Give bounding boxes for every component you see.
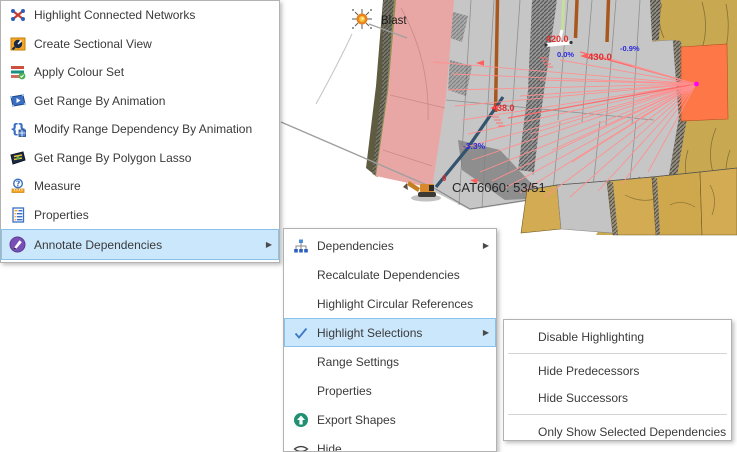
menu-item-label: Get Range By Animation — [34, 93, 166, 108]
dependencies-tree-icon — [290, 238, 311, 254]
menu-item-label: Only Show Selected Dependencies — [538, 424, 727, 439]
submenu-arrow-icon: ▶ — [482, 327, 489, 337]
annotate-dependencies-icon — [7, 236, 28, 253]
connected-networks-icon — [7, 7, 28, 23]
dependency-origin-point[interactable] — [694, 81, 699, 87]
modify-range-dependency-icon: { } — [7, 121, 28, 137]
grade-neg09-label: -0.9% — [620, 44, 640, 53]
context-menu: Highlight Connected Networks Create Sect… — [0, 0, 280, 263]
menu-item-get-range-by-polygon-lasso[interactable]: Get Range By Polygon Lasso — [1, 144, 279, 173]
menu-item-label: Highlight Connected Networks — [34, 8, 196, 23]
menu-item-label: Annotate Dependencies — [34, 237, 163, 252]
range-animation-icon — [7, 93, 28, 109]
menu-separator — [508, 414, 727, 415]
menu-item-range-settings[interactable]: Range Settings — [284, 347, 496, 376]
menu-item-disable-highlighting[interactable]: Disable Highlighting — [504, 323, 731, 350]
menu-item-annotate-dependencies[interactable]: Annotate Dependencies ▶ — [1, 229, 279, 260]
menu-item-label: Modify Range Dependency By Animation — [34, 122, 253, 137]
menu-item-get-range-by-animation[interactable]: Get Range By Animation — [1, 87, 279, 116]
menu-item-label: Hide — [317, 441, 342, 452]
equipment-label: CAT6060: 53/51 — [452, 180, 546, 195]
colour-set-icon — [7, 64, 28, 80]
menu-item-modify-range-dependency-by-animation[interactable]: { } Modify Range Dependency By Animation — [1, 115, 279, 144]
sectional-view-icon — [7, 36, 28, 52]
svg-text:?: ? — [15, 180, 20, 189]
menu-item-export-shapes[interactable]: Export Shapes — [284, 405, 496, 434]
menu-item-label: Properties — [317, 383, 372, 398]
menu-item-highlight-circular-references[interactable]: Highlight Circular References — [284, 289, 496, 318]
properties-icon — [7, 207, 28, 223]
menu-item-hide-successors[interactable]: Hide Successors — [504, 384, 731, 411]
menu-item-highlight-selections[interactable]: Highlight Selections ▶ — [284, 318, 496, 347]
polygon-lasso-icon — [7, 150, 28, 166]
menu-item-label: Hide Predecessors — [538, 363, 640, 378]
menu-item-label: Export Shapes — [317, 412, 396, 427]
blast-icon[interactable] — [352, 9, 372, 29]
menu-item-label: Create Sectional View — [34, 36, 152, 51]
menu-item-only-show-selected-dependencies[interactable]: Only Show Selected Dependencies — [504, 418, 731, 445]
menu-item-create-sectional-view[interactable]: Create Sectional View — [1, 30, 279, 59]
menu-item-label: Hide Successors — [538, 390, 629, 405]
elev-430-label: 430.0 — [588, 52, 612, 63]
menu-item-dependencies[interactable]: Dependencies ▶ — [284, 231, 496, 260]
menu-item-label: Highlight Selections — [317, 325, 423, 340]
hide-eye-icon — [290, 441, 311, 451]
menu-item-properties-submenu[interactable]: Properties — [284, 376, 496, 405]
highlight-selections-submenu: Disable Highlighting Hide Predecessors H… — [503, 319, 732, 441]
application-window: Blast CAT6060: 53/51 0 430.0 420.0 438.0… — [0, 0, 737, 452]
measure-icon: ? — [7, 178, 28, 194]
blast-label: Blast — [381, 15, 407, 27]
menu-item-highlight-connected-networks[interactable]: Highlight Connected Networks — [1, 1, 279, 30]
marker-zero-label: 0 — [442, 174, 447, 183]
menu-item-properties[interactable]: Properties — [1, 201, 279, 230]
menu-item-label: Measure — [34, 179, 81, 194]
menu-item-label: Apply Colour Set — [34, 65, 125, 80]
annotate-dependencies-submenu: Dependencies ▶ Recalculate Dependencies … — [283, 228, 497, 452]
menu-item-label: Disable Highlighting — [538, 329, 645, 344]
grade-neg33-label: -3.3% — [463, 141, 486, 151]
submenu-arrow-icon: ▶ — [482, 240, 489, 250]
menu-item-label: Properties — [34, 207, 89, 222]
menu-item-hide-predecessors[interactable]: Hide Predecessors — [504, 357, 731, 384]
menu-item-measure[interactable]: ? Measure — [1, 172, 279, 201]
menu-item-label: Get Range By Polygon Lasso — [34, 150, 192, 165]
grade-00-label: 0.0% — [557, 50, 574, 59]
menu-item-label: Recalculate Dependencies — [317, 267, 460, 282]
menu-item-label: Highlight Circular References — [317, 296, 474, 311]
menu-item-label: Range Settings — [317, 354, 400, 369]
elev-420-label: 420.0 — [546, 34, 569, 44]
menu-item-hide[interactable]: Hide — [284, 434, 496, 452]
menu-separator — [508, 353, 727, 354]
menu-item-recalculate-dependencies[interactable]: Recalculate Dependencies — [284, 260, 496, 289]
menu-item-label: Dependencies — [317, 238, 394, 253]
submenu-arrow-icon: ▶ — [265, 239, 272, 249]
export-shapes-icon — [290, 412, 311, 428]
menu-item-apply-colour-set[interactable]: Apply Colour Set — [1, 58, 279, 87]
elev-438-label: 438.0 — [492, 103, 515, 113]
checkmark-icon — [290, 325, 311, 341]
